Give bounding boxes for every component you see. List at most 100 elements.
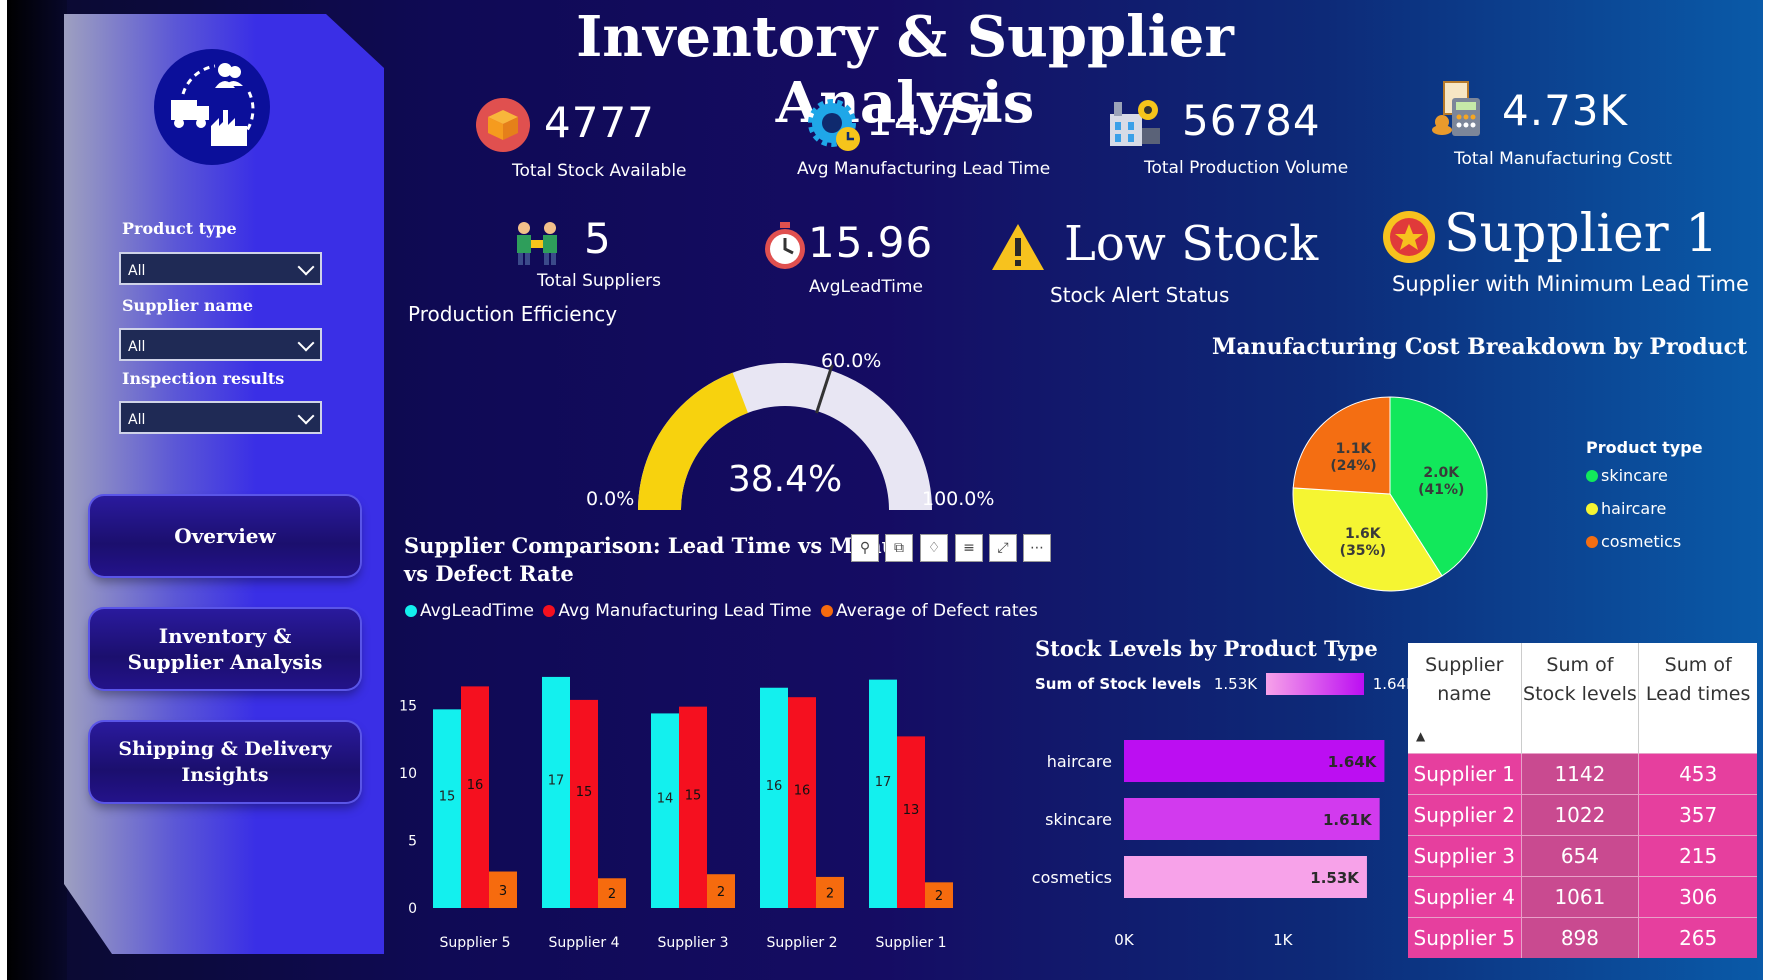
pin-icon[interactable]: ⚲: [851, 534, 879, 562]
filter-label-supplier-name: Supplier name: [122, 296, 254, 315]
kpi-production-volume-label: Total Production Volume: [1144, 158, 1349, 178]
supplier-name-dropdown[interactable]: All: [119, 328, 322, 361]
table-row[interactable]: Supplier 1 1142 453: [1408, 752, 1757, 794]
bar-data-label: 17: [875, 775, 892, 790]
legend-item-defect-rates[interactable]: Average of Defect rates: [821, 601, 1038, 621]
filter-icon[interactable]: ≡: [955, 534, 983, 562]
bar[interactable]: [679, 706, 707, 908]
cell-stock-levels: 1022: [1520, 793, 1639, 835]
bar[interactable]: [651, 713, 679, 908]
box-icon: [476, 98, 530, 152]
chevron-down-icon: [297, 258, 315, 276]
legend-dot: [543, 605, 556, 617]
legend-item-avg-lead-time[interactable]: AvgLeadTime: [405, 601, 534, 621]
pie-legend-item-skincare[interactable]: skincare: [1586, 459, 1703, 492]
cell-supplier-name: Supplier 4: [1408, 875, 1521, 917]
x-category-label: Supplier 4: [548, 935, 619, 951]
inspection-results-dropdown[interactable]: All: [119, 401, 322, 434]
table-row[interactable]: Supplier 5 898 265: [1408, 916, 1757, 958]
x-tick-label: 1K: [1273, 931, 1294, 949]
cell-lead-times: 453: [1638, 752, 1757, 794]
legend-label: Avg Manufacturing Lead Time: [558, 601, 812, 621]
gauge-title: Production Efficiency: [408, 302, 618, 326]
bar-data-label: 2: [717, 885, 725, 900]
table-row[interactable]: Supplier 4 1061 306: [1408, 875, 1757, 917]
stopwatch-icon: [762, 222, 808, 270]
filter-label-product-type: Product type: [122, 219, 237, 238]
legend-label: haircare: [1601, 499, 1667, 518]
legend-dot: [1586, 503, 1598, 515]
nav-button-overview[interactable]: Overview: [90, 496, 360, 576]
y-tick-label: 10: [399, 766, 417, 782]
legend-label: AvgLeadTime: [420, 601, 534, 621]
supply-chain-logo-icon: [153, 48, 271, 166]
supplier-comparison-chart: 0 5 10 15 15 16 3 Supplier 5 17 15 2 Supplier 4 14 15…: [399, 676, 953, 951]
copy-icon[interactable]: ⧉: [885, 534, 913, 562]
bar-data-label: 2: [935, 889, 943, 904]
bar[interactable]: [897, 736, 925, 908]
pie-legend: Product type skincare haircare cosmetics: [1586, 437, 1703, 558]
kpi-min-lead-supplier-value: Supplier 1: [1444, 204, 1719, 264]
x-category-label: Supplier 5: [439, 935, 510, 951]
table-row[interactable]: Supplier 2 1022 357: [1408, 793, 1757, 835]
y-category-label: skincare: [1045, 810, 1112, 829]
product-type-value: All: [128, 263, 146, 279]
bar[interactable]: [788, 697, 816, 908]
column-header-lead-times[interactable]: Sum of Lead times: [1638, 643, 1757, 753]
column-header-stock-levels[interactable]: Sum of Stock levels: [1520, 643, 1639, 753]
suppliers-icon: [512, 216, 562, 266]
bar[interactable]: [760, 687, 788, 908]
bar[interactable]: [433, 709, 461, 908]
y-category-label: cosmetics: [1032, 868, 1112, 887]
bar-data-label: 14: [657, 792, 674, 807]
more-icon[interactable]: ⋯: [1023, 534, 1051, 562]
supplier-name-value: All: [128, 339, 146, 355]
cell-lead-times: 215: [1638, 834, 1757, 876]
gauge-max-label: 100.0%: [922, 488, 995, 510]
chevron-down-icon: [297, 407, 315, 425]
kpi-stock-alert-label: Stock Alert Status: [1050, 283, 1230, 307]
factory-icon: [1106, 92, 1162, 148]
bar-data-label: 2: [826, 886, 834, 901]
kpi-min-lead-supplier-label: Supplier with Minimum Lead Time: [1392, 272, 1749, 296]
kpi-avg-mfg-lead-value: 14.77: [866, 96, 992, 145]
warning-icon: [990, 222, 1046, 272]
stock-levels-chart: haircare 1.64K skincare 1.61K cosmetics 1.53K…: [1032, 740, 1385, 949]
product-type-dropdown[interactable]: All: [119, 252, 322, 285]
legend-label: cosmetics: [1601, 532, 1682, 551]
pie-legend-item-haircare[interactable]: haircare: [1586, 492, 1703, 525]
expand-icon[interactable]: ⤢: [989, 534, 1017, 562]
y-category-label: haircare: [1047, 752, 1112, 771]
bell-icon[interactable]: ♢: [920, 534, 948, 562]
pie-slice-pct-label: (41%): [1418, 482, 1464, 498]
bar-data-label: 15: [685, 788, 702, 803]
table-row[interactable]: Supplier 3 654 215: [1408, 834, 1757, 876]
pie-slice-value-label: 2.0K: [1423, 465, 1460, 481]
x-tick-label: 0K: [1114, 931, 1135, 949]
gauge-min-label: 0.0%: [586, 488, 635, 510]
legend-item-avg-mfg-lead[interactable]: Avg Manufacturing Lead Time: [543, 601, 812, 621]
sort-ascending-icon[interactable]: ▲: [1416, 722, 1425, 751]
legend-label: skincare: [1601, 466, 1668, 485]
bar[interactable]: [869, 679, 897, 908]
nav-button-inventory-supplier[interactable]: Inventory & Supplier Analysis: [90, 609, 360, 689]
supplier-table-container: Supplier name ▲ Sum of Stock levels Sum …: [1408, 643, 1757, 958]
pie-chart-title: Manufacturing Cost Breakdown by Product: [1212, 334, 1748, 360]
kpi-total-stock-label: Total Stock Available: [512, 161, 687, 181]
bar[interactable]: [570, 699, 598, 908]
stock-bar-label: 1.53K: [1310, 869, 1360, 887]
bar-data-label: 17: [548, 773, 565, 788]
bar[interactable]: [542, 676, 570, 908]
pie-legend-item-cosmetics[interactable]: cosmetics: [1586, 525, 1703, 558]
nav-button-shipping-delivery[interactable]: Shipping & Delivery Insights: [90, 722, 360, 802]
cell-lead-times: 357: [1638, 793, 1757, 835]
bar[interactable]: [461, 686, 489, 908]
supplier-table: Supplier name ▲ Sum of Stock levels Sum …: [1408, 643, 1757, 958]
cell-lead-times: 265: [1638, 916, 1757, 958]
column-header-supplier-name[interactable]: Supplier name ▲: [1408, 643, 1521, 753]
cell-stock-levels: 1142: [1520, 752, 1639, 794]
nav-label-overview: Overview: [174, 524, 276, 548]
gauge-target-label: 60.0%: [821, 350, 882, 372]
pie-slice-value-label: 1.1K: [1336, 441, 1373, 457]
dashboard-canvas: Product type All Supplier name All Inspe…: [0, 0, 1777, 980]
